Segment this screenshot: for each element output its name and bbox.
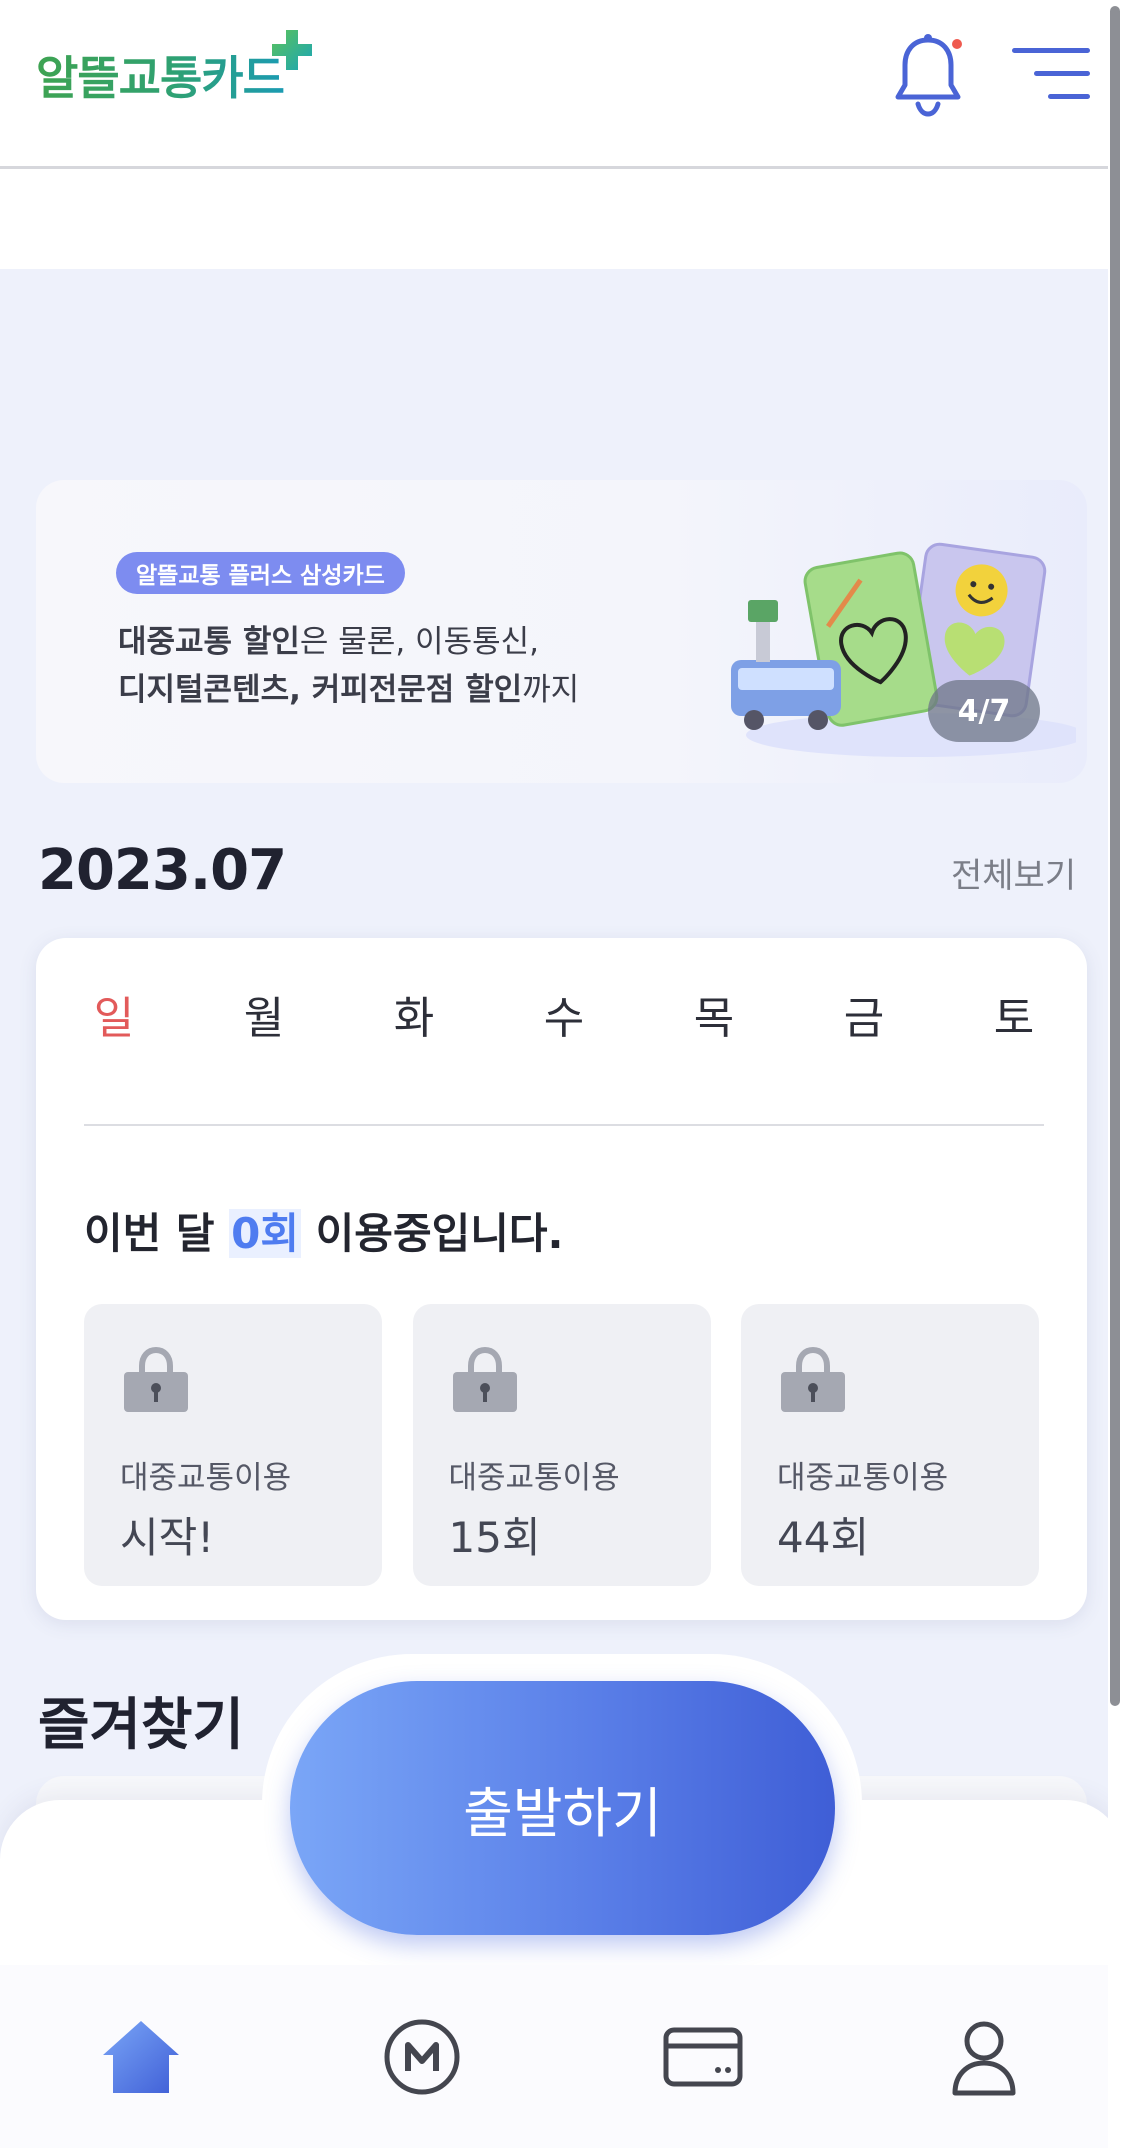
banner-line-1: 대중교통 할인은 물론, 이동통신, [118, 624, 539, 660]
weekday-mon[interactable]: 월 [234, 982, 294, 1046]
milestone-item: 대중교통이용 44회 [741, 1304, 1039, 1586]
tab-my[interactable] [934, 2007, 1034, 2107]
weekday-row: 일 월 화 수 목 금 토 [84, 982, 1044, 1046]
weekday-thu[interactable]: 목 [684, 982, 744, 1046]
usage-count: 0회 [229, 1209, 302, 1258]
month-title: 2023.07 [38, 838, 287, 903]
milestone-item: 대중교통이용 시작! [84, 1304, 382, 1586]
banner-tag: 알뜰교통 플러스 삼성카드 [116, 552, 405, 594]
milestone-value: 시작! [120, 1513, 215, 1562]
tab-mileage[interactable] [372, 2007, 472, 2107]
weekday-fri[interactable]: 금 [834, 982, 894, 1046]
depart-button[interactable]: 출발하기 [290, 1681, 835, 1935]
milestone-label: 대중교통이용 [777, 1460, 949, 1496]
promo-banner[interactable]: 알뜰교통 플러스 삼성카드 대중교통 할인은 물론, 이동통신, 디지털콘텐츠,… [36, 480, 1087, 783]
person-icon [952, 2021, 1016, 2095]
card-icon [663, 2027, 743, 2086]
home-icon [102, 2020, 179, 2093]
tab-home[interactable] [91, 2007, 191, 2107]
scrollbar-thumb[interactable] [1110, 6, 1120, 1706]
milestone-value: 15회 [448, 1513, 541, 1562]
milestone-value: 44회 [777, 1513, 870, 1562]
calendar-divider [84, 1124, 1044, 1126]
lock-icon [781, 1346, 845, 1412]
app-logo[interactable]: 알뜰교통카드 [36, 30, 285, 120]
notification-dot [952, 39, 962, 49]
milestone-label: 대중교통이용 [120, 1460, 292, 1496]
weekday-wed[interactable]: 수 [534, 982, 594, 1046]
milestone-item: 대중교통이용 15회 [412, 1304, 711, 1586]
banner-page-counter: 4/7 [928, 680, 1040, 742]
weekday-sat[interactable]: 토 [984, 982, 1044, 1046]
bottom-tab-bar [0, 1965, 1125, 2148]
milestone-label: 대중교통이용 [448, 1460, 620, 1496]
weekday-sun[interactable]: 일 [84, 982, 144, 1046]
usage-calendar-card: 일 월 화 수 목 금 토 이번 달 0회 이용중입니다. 대중교통이용 시작! [36, 938, 1087, 1620]
header-spacer [0, 169, 1108, 269]
lock-icon [124, 1346, 188, 1412]
lock-icon [452, 1346, 517, 1412]
milestone-list: 대중교통이용 시작! 대중교통이용 15회 대중교통이용 44회 [84, 1304, 1039, 1586]
monthly-usage-text: 이번 달 0회 이용중입니다. [84, 1209, 564, 1258]
mileage-m-icon [384, 2019, 460, 2094]
view-all-link[interactable]: 전체보기 [951, 848, 1076, 897]
logo-plus-icon [272, 30, 312, 70]
tab-card[interactable] [653, 2007, 753, 2107]
bell-icon[interactable] [892, 32, 964, 118]
logo-text: 알뜰교통카드 [36, 42, 285, 108]
weekday-tue[interactable]: 화 [384, 982, 444, 1046]
banner-line-2: 디지털콘텐츠, 커피전문점 할인까지 [118, 672, 580, 708]
favorites-title: 즐겨찾기 [38, 1693, 245, 1758]
hamburger-menu-icon[interactable] [1012, 44, 1090, 104]
